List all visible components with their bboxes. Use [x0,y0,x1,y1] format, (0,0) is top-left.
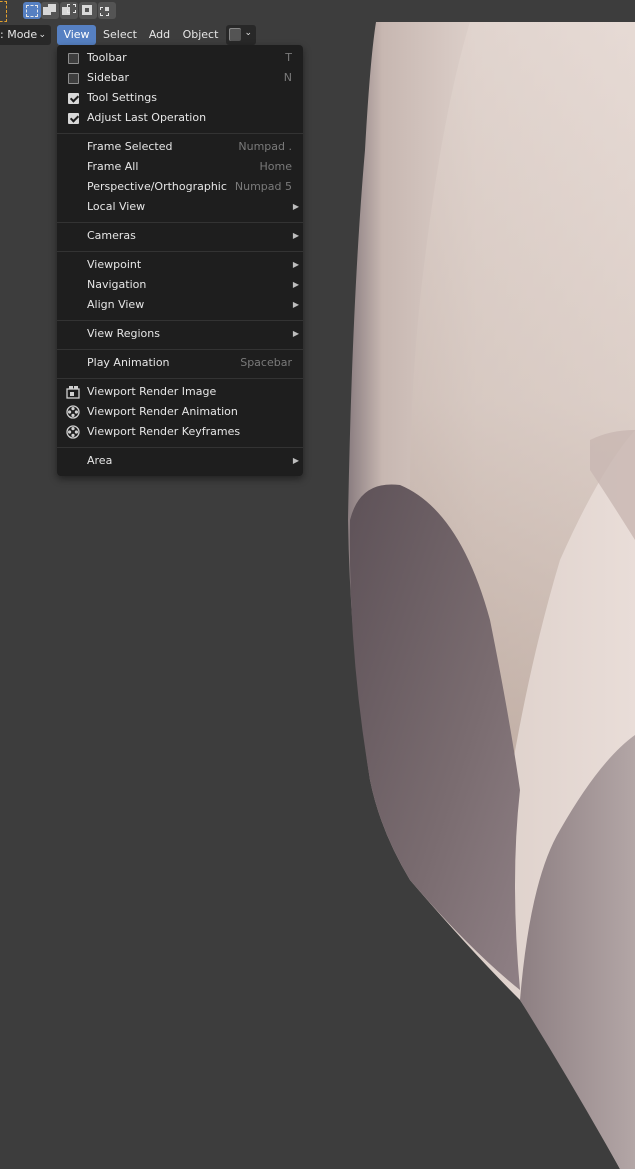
checkbox-checked-icon[interactable] [68,113,79,124]
menu-item-area[interactable]: Area ▶ [57,451,303,471]
menu-separator [57,320,303,321]
menu-item-play-animation[interactable]: Play Animation Spacebar [57,353,303,373]
menu-item-label: View Regions [87,327,160,340]
shortcut-label: T [285,51,292,64]
menu-item-label: Sidebar [87,71,130,84]
shortcut-label: Home [259,160,292,173]
tool-header [0,0,635,22]
submenu-arrow-icon: ▶ [292,280,299,289]
menu-item-view-regions[interactable]: View Regions ▶ [57,324,303,344]
menu-item-toolbar[interactable]: Toolbar T [57,48,303,68]
render-animation-icon [66,405,80,419]
render-animation-icon [66,425,80,439]
chevron-down-icon: ⌄ [38,30,46,40]
mode-label: : Mode [0,28,38,41]
submenu-arrow-icon: ▶ [292,231,299,240]
submenu-arrow-icon: ▶ [292,260,299,269]
select-invert-icon[interactable] [79,2,97,19]
active-tool-icon[interactable] [0,1,7,22]
select-extend-icon[interactable] [41,2,59,19]
shortcut-label: Numpad 5 [234,180,292,193]
menu-item-tool-settings[interactable]: Tool Settings [57,88,303,108]
menu-item-navigation[interactable]: Navigation ▶ [57,275,303,295]
menu-item-label: Viewport Render Image [87,385,217,398]
viewport-header: : Mode ⌄ View Select Add Object ⌄ [0,24,300,46]
menu-select[interactable]: Select [99,25,141,45]
select-intersect-icon[interactable] [98,2,116,19]
menu-separator [57,133,303,134]
menu-item-sidebar[interactable]: Sidebar N [57,68,303,88]
submenu-arrow-icon: ▶ [292,456,299,465]
checkbox-icon[interactable] [68,73,79,84]
menu-item-label: Viewport Render Animation [87,405,238,418]
menu-item-label: Perspective/Orthographic [87,180,227,193]
select-box-icon[interactable] [23,2,41,19]
submenu-arrow-icon: ▶ [292,329,299,338]
render-image-icon [66,385,80,399]
menu-item-local-view[interactable]: Local View ▶ [57,197,303,217]
menu-item-label: Adjust Last Operation [87,111,207,124]
submenu-arrow-icon: ▶ [292,202,299,211]
menu-separator [57,447,303,448]
menu-item-label: Viewpoint [87,258,142,271]
shortcut-label: N [283,71,292,84]
menu-item-label: Viewport Render Keyframes [87,425,241,438]
orientation-icon [229,28,241,41]
menu-item-align-view[interactable]: Align View ▶ [57,295,303,315]
menu-item-label: Play Animation [87,356,170,369]
menu-item-label: Tool Settings [87,91,157,104]
shortcut-label: Numpad . [238,140,292,153]
menu-object[interactable]: Object [178,25,223,45]
menu-view[interactable]: View [57,25,96,45]
menu-item-viewport-render-animation[interactable]: Viewport Render Animation [57,402,303,422]
view-menu: Toolbar T Sidebar N Tool Settings Adjust… [57,45,303,476]
mode-dropdown[interactable]: : Mode ⌄ [0,25,51,45]
chevron-down-icon: ⌄ [244,28,252,38]
menu-item-label: Toolbar [87,51,127,64]
menu-separator [57,222,303,223]
menu-item-label: Navigation [87,278,147,291]
menu-item-viewport-render-keyframes[interactable]: Viewport Render Keyframes [57,422,303,442]
menu-separator [57,251,303,252]
menu-item-label: Frame Selected [87,140,173,153]
menu-item-frame-selected[interactable]: Frame Selected Numpad . [57,137,303,157]
menu-item-viewport-render-image[interactable]: Viewport Render Image [57,382,303,402]
menu-separator [57,378,303,379]
transform-orientation-dropdown[interactable]: ⌄ [226,25,256,45]
select-subtract-icon[interactable] [60,2,78,19]
menu-add[interactable]: Add [144,25,175,45]
checkbox-checked-icon[interactable] [68,93,79,104]
menu-separator [57,349,303,350]
menu-item-label: Area [87,454,113,467]
menu-item-cameras[interactable]: Cameras ▶ [57,226,303,246]
checkbox-icon[interactable] [68,53,79,64]
menu-item-label: Local View [87,200,146,213]
menu-item-viewpoint[interactable]: Viewpoint ▶ [57,255,303,275]
shortcut-label: Spacebar [240,356,292,369]
menu-item-frame-all[interactable]: Frame All Home [57,157,303,177]
menu-item-perspective-orthographic[interactable]: Perspective/Orthographic Numpad 5 [57,177,303,197]
menu-item-label: Frame All [87,160,139,173]
menu-item-adjust-last-operation[interactable]: Adjust Last Operation [57,108,303,128]
submenu-arrow-icon: ▶ [292,300,299,309]
menu-item-label: Align View [87,298,145,311]
menu-item-label: Cameras [87,229,136,242]
